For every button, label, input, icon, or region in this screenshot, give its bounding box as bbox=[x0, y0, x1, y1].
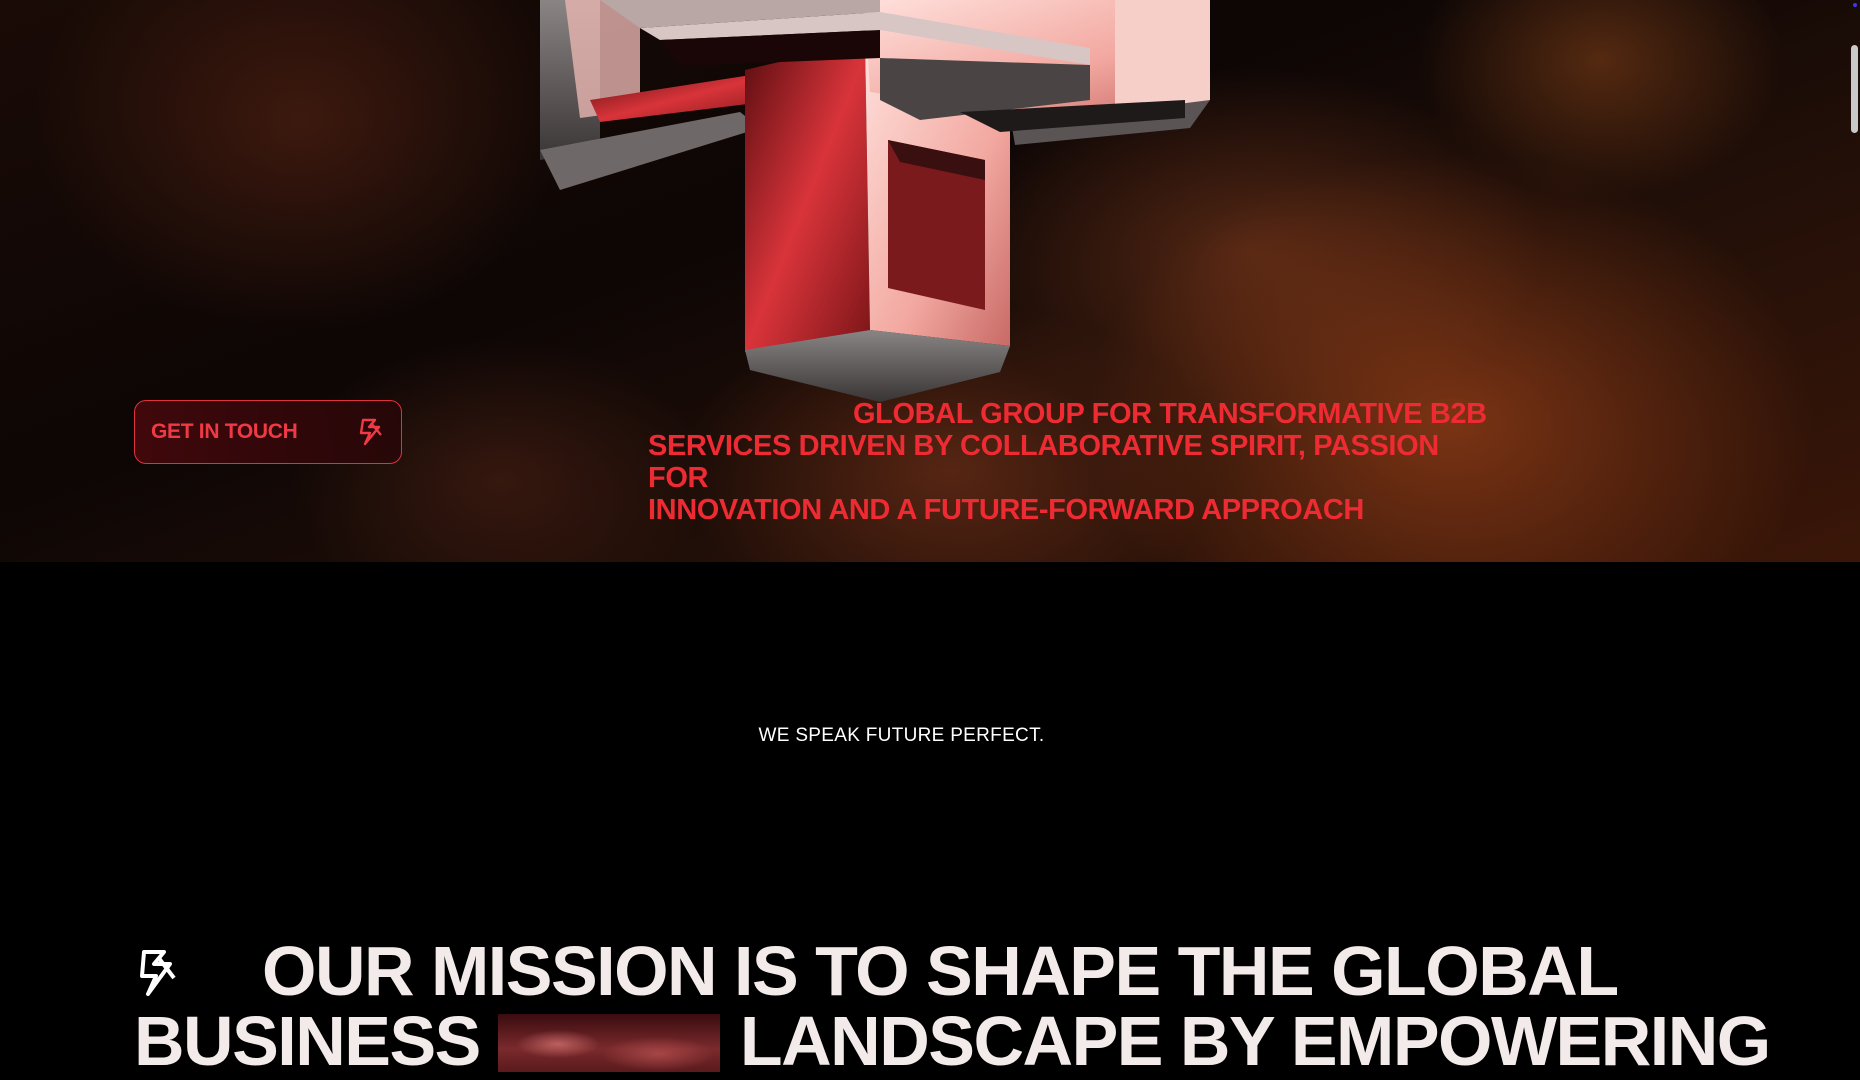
mission-line-1: OUR MISSION IS TO SHAPE THE GLOBAL bbox=[262, 932, 1619, 1010]
page-scrollbar[interactable] bbox=[1848, 0, 1860, 1062]
tagline-line-1: GLOBAL GROUP FOR TRANSFORMATIVE B2B bbox=[853, 398, 1487, 430]
mission-line-2-end: LANDSCAPE BY EMPOWERING bbox=[739, 1002, 1771, 1080]
mission-line-2-start: BUSINESS bbox=[134, 1002, 481, 1080]
hero-section: GET IN TOUCH GLOBAL GROUP FOR TRANSFORMA… bbox=[0, 0, 1860, 562]
scrollbar-thumb[interactable] bbox=[1851, 45, 1858, 133]
tagline-line-3: INNOVATION AND A FUTURE-FORWARD APPROACH bbox=[648, 494, 1364, 526]
get-in-touch-button[interactable]: GET IN TOUCH bbox=[134, 400, 402, 464]
mission-heading: OUR MISSION IS TO SHAPE THE GLOBAL BUSIN… bbox=[134, 936, 1834, 1076]
tagline-line-2: SERVICES DRIVEN BY COLLABORATIVE SPIRIT,… bbox=[648, 430, 1439, 494]
statement-text: WE SPEAK FUTURE PERFECT. bbox=[758, 725, 1045, 746]
mission-inline-image bbox=[497, 1014, 720, 1072]
hero-tagline: GLOBAL GROUP FOR TRANSFORMATIVE B2B SERV… bbox=[648, 398, 1488, 526]
mission-line-2: BUSINESS LANDSCAPE BY EMPOWERING bbox=[134, 1006, 1834, 1076]
brand-mark-icon bbox=[359, 418, 382, 446]
get-in-touch-label: GET IN TOUCH bbox=[151, 420, 298, 443]
corner-indicator bbox=[1853, 3, 1857, 7]
